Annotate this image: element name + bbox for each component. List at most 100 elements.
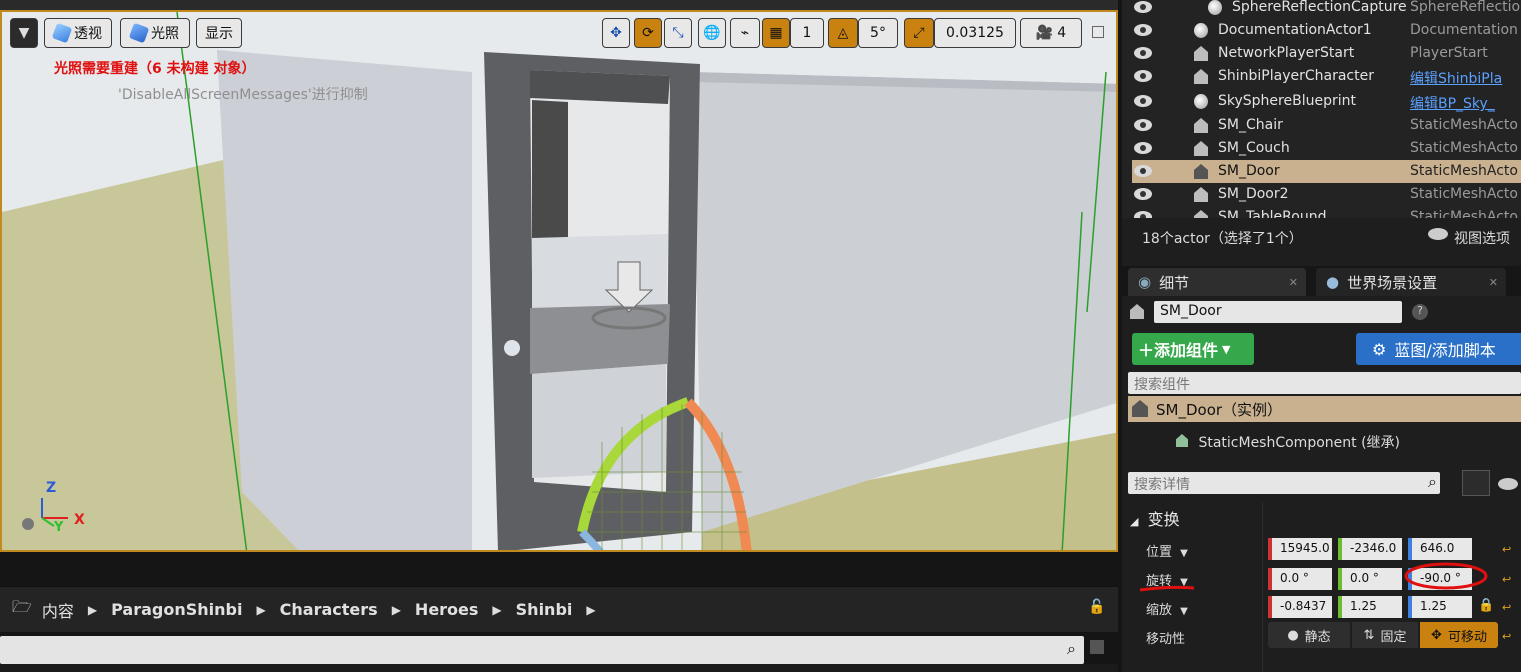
outliner-row[interactable]: SM_TableRound StaticMeshActo <box>1122 206 1521 218</box>
outliner-row[interactable]: SkySphereBlueprint 编辑BP_Sky_ <box>1122 90 1521 113</box>
visibility-eye-icon[interactable] <box>1134 211 1152 218</box>
breadcrumb-item[interactable]: Shinbi <box>516 600 573 619</box>
breadcrumb-separator-icon: ▶ <box>391 602 401 617</box>
visibility-eye-icon[interactable] <box>1134 95 1152 107</box>
scale-x-field[interactable]: -0.8437 <box>1268 596 1332 618</box>
static-mesh-icon <box>1194 141 1208 156</box>
world-local-toggle[interactable]: 🌐 <box>698 18 726 48</box>
rotation-snap-value[interactable]: 5° <box>858 18 898 48</box>
edit-blueprint-link[interactable]: 编辑ShinbiPla <box>1410 68 1502 88</box>
close-icon[interactable]: ✕ <box>1489 276 1498 289</box>
grid-snap-value[interactable]: 1 <box>790 18 824 48</box>
mobility-movable-option[interactable]: ✥ 可移动 <box>1420 622 1498 648</box>
viewport-options-dropdown[interactable]: ▼ <box>10 18 38 48</box>
visibility-eye-icon[interactable] <box>1134 119 1152 131</box>
visibility-eye-icon[interactable] <box>1134 24 1152 36</box>
scale-tool-button[interactable]: ⤡ <box>664 18 692 48</box>
scale-z-field[interactable]: 1.25 <box>1408 596 1472 618</box>
location-x-field[interactable]: 15945.0 <box>1268 538 1332 560</box>
move-arrows-icon: ✥ <box>610 25 622 41</box>
visibility-eye-icon[interactable] <box>1134 142 1152 154</box>
lock-icon[interactable]: 🔒 <box>1478 598 1494 613</box>
mobility-stationary-option[interactable]: ⇅ 固定 <box>1352 622 1418 648</box>
location-z-field[interactable]: 646.0 <box>1408 538 1472 560</box>
transform-section-header[interactable]: ◢ 变换 <box>1130 506 1180 530</box>
level-viewport[interactable]: ▼ 透视 光照 显示 ✥ ⟳ ⤡ 🌐 ⌁ ▦ 1 ◬ 5° ⤢ 0.03125 … <box>0 10 1118 552</box>
visibility-eye-icon[interactable] <box>1134 1 1152 13</box>
camera-speed-button[interactable]: 🎥 4 <box>1020 18 1082 48</box>
rotation-snap-toggle[interactable]: ◬ <box>828 18 858 48</box>
translate-tool-button[interactable]: ✥ <box>602 18 630 48</box>
lighting-button[interactable]: 光照 <box>120 18 190 48</box>
outliner-row[interactable]: NetworkPlayerStart PlayerStart <box>1122 42 1521 65</box>
breadcrumb-root[interactable]: 内容 <box>42 598 74 622</box>
content-search-input[interactable]: ⌕ <box>0 636 1084 664</box>
show-button[interactable]: 显示 <box>196 18 242 48</box>
component-root-item[interactable]: SM_Door（实例） <box>1128 396 1521 422</box>
scale-snap-value[interactable]: 0.03125 <box>934 18 1016 48</box>
search-details-input[interactable]: 搜索详情 <box>1128 472 1440 494</box>
outliner-row-selected[interactable]: SM_Door StaticMeshActo <box>1132 160 1521 183</box>
outliner-footer: 18个actor（选择了1个） 视图选项 <box>1122 220 1521 256</box>
maximize-viewport-icon[interactable] <box>1092 26 1104 38</box>
camera-icon: 🎥 <box>1035 25 1054 41</box>
save-icon[interactable] <box>1090 640 1104 654</box>
outliner-row[interactable]: ShinbiPlayerCharacter 编辑ShinbiPla <box>1122 65 1521 88</box>
rotate-tool-button[interactable]: ⟳ <box>634 18 662 48</box>
outliner-row[interactable]: SM_Couch StaticMeshActo <box>1122 137 1521 160</box>
reset-to-default-icon[interactable]: ↩ <box>1502 630 1511 643</box>
move-arrows-icon: ✥ <box>1431 627 1442 643</box>
mobility-static-option[interactable]: ● 静态 <box>1268 622 1350 648</box>
tab-details[interactable]: ◉ 细节 ✕ <box>1128 268 1306 296</box>
component-child-item[interactable]: StaticMeshComponent (继承) <box>1176 432 1400 452</box>
lock-icon[interactable]: 🔓 <box>1088 599 1105 615</box>
globe-icon: ● <box>1326 273 1340 291</box>
chevron-down-icon: ▼ <box>1222 342 1231 356</box>
breadcrumb-item[interactable]: Heroes <box>415 600 479 619</box>
outliner-row[interactable]: SphereReflectionCapture SphereReflectio <box>1122 0 1521 19</box>
outliner-row[interactable]: SM_Door2 StaticMeshActo <box>1122 183 1521 206</box>
visibility-eye-icon[interactable] <box>1134 47 1152 59</box>
tab-world-settings[interactable]: ● 世界场景设置 ✕ <box>1316 268 1506 296</box>
actor-name-field[interactable]: SM_Door <box>1154 301 1402 323</box>
rotation-x-field[interactable]: 0.0 ° <box>1268 568 1332 590</box>
scale-label[interactable]: 缩放 ▼ <box>1146 599 1188 618</box>
angle-icon: ◬ <box>837 25 849 41</box>
player-start-icon <box>1194 46 1208 61</box>
scale-icon: ⤡ <box>672 25 684 41</box>
breadcrumb-item[interactable]: ParagonShinbi <box>111 600 242 619</box>
blueprint-add-script-button[interactable]: ⚙ 蓝图/添加脚本 <box>1356 333 1521 365</box>
documentation-actor-icon <box>1194 23 1208 38</box>
perspective-button[interactable]: 透视 <box>44 18 112 48</box>
outliner-row[interactable]: SM_Chair StaticMeshActo <box>1122 114 1521 137</box>
rotation-y-field[interactable]: 0.0 ° <box>1338 568 1402 590</box>
visibility-filter-eye-icon[interactable] <box>1498 478 1518 490</box>
axis-z-label: Z <box>46 480 57 496</box>
outliner-row[interactable]: DocumentationActor1 Documentation <box>1122 19 1521 42</box>
right-panel: SphereReflectionCapture SphereReflectio … <box>1122 0 1521 672</box>
edit-blueprint-link[interactable]: 编辑BP_Sky_ <box>1410 93 1495 113</box>
visibility-eye-icon[interactable] <box>1134 188 1152 200</box>
lighting-rebuild-warning: 光照需要重建（6 未构建 对象） <box>54 61 256 77</box>
visibility-eye-icon[interactable] <box>1134 70 1152 82</box>
location-label[interactable]: 位置 ▼ <box>1146 541 1188 560</box>
chevron-down-icon: ▼ <box>18 25 30 41</box>
grid-snap-toggle[interactable]: ▦ <box>762 18 790 48</box>
scale-y-field[interactable]: 1.25 <box>1338 596 1402 618</box>
scale-snap-toggle[interactable]: ⤢ <box>904 18 934 48</box>
visibility-eye-icon[interactable] <box>1134 165 1152 177</box>
view-options-button[interactable]: 视图选项 <box>1454 228 1510 248</box>
reset-to-default-icon[interactable]: ↩ <box>1502 601 1511 614</box>
close-icon[interactable]: ✕ <box>1289 276 1298 289</box>
scale-snap-icon: ⤢ <box>913 25 925 41</box>
location-y-field[interactable]: -2346.0 <box>1338 538 1402 560</box>
property-matrix-icon[interactable] <box>1462 470 1490 496</box>
breadcrumb-item[interactable]: Characters <box>280 600 378 619</box>
reset-to-default-icon[interactable]: ↩ <box>1502 573 1511 586</box>
add-component-button[interactable]: ＋ 添加组件 ▼ <box>1132 333 1254 365</box>
help-icon[interactable]: ? <box>1412 304 1428 320</box>
character-icon <box>1194 69 1208 84</box>
surface-snap-button[interactable]: ⌁ <box>730 18 760 48</box>
search-components-input[interactable]: 搜索组件 <box>1128 372 1521 394</box>
reset-to-default-icon[interactable]: ↩ <box>1502 543 1511 556</box>
